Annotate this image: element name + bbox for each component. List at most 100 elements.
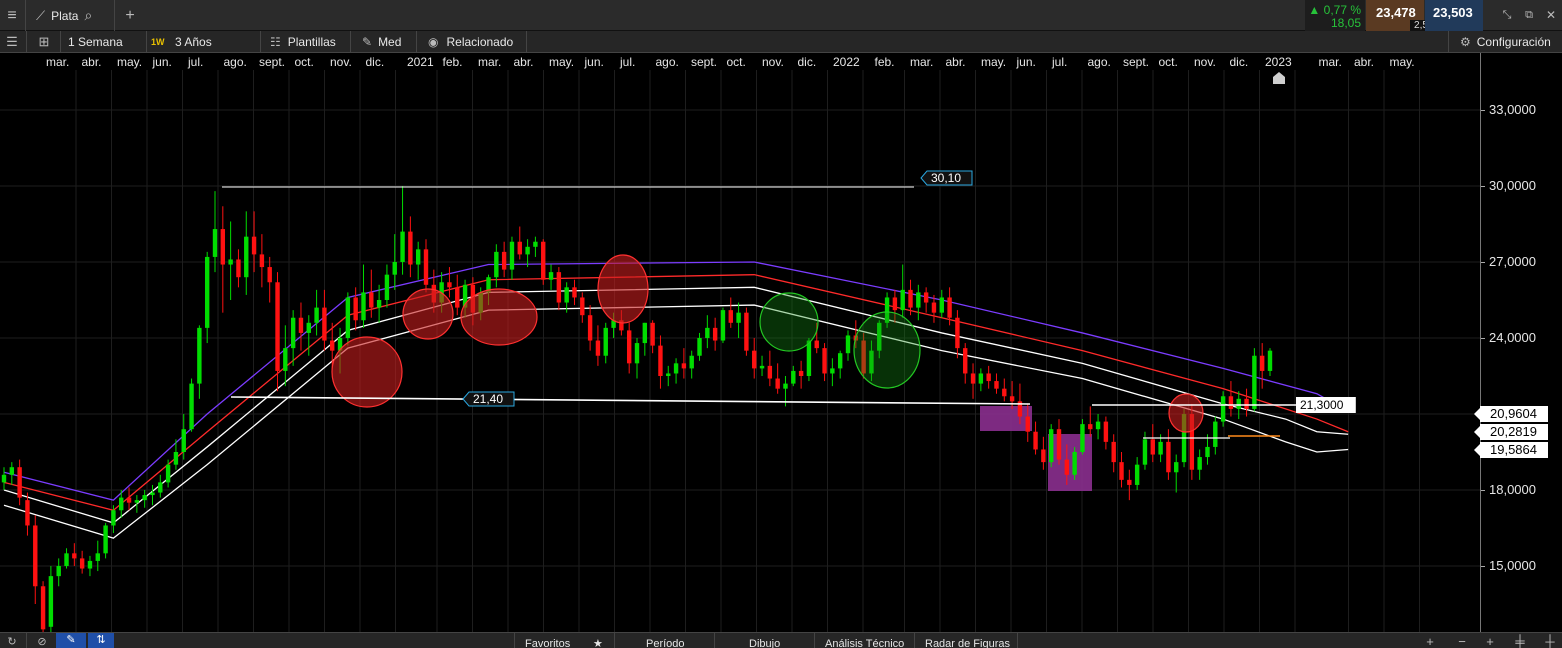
bid-price: 23,478 xyxy=(1376,5,1416,20)
candle-body xyxy=(1095,421,1101,430)
x-tick-label: nov. xyxy=(762,55,784,69)
menu-icon[interactable]: ≡ xyxy=(0,0,24,31)
candle-body xyxy=(572,287,577,298)
candle-body xyxy=(752,350,757,369)
add-tab-icon[interactable]: + xyxy=(118,0,142,31)
candle-body xyxy=(673,363,679,374)
layout-grid-icon[interactable]: ⊞ xyxy=(34,33,54,51)
x-tick-label: oct. xyxy=(294,55,314,69)
templates-button[interactable]: ☷ Plantillas xyxy=(270,31,336,53)
refresh-icon[interactable]: ↻ xyxy=(2,633,22,648)
crosshair-icon[interactable]: ╪ xyxy=(1510,633,1530,648)
close-icon[interactable]: ✕ xyxy=(1542,6,1560,24)
x-tick-label: ago. xyxy=(223,55,247,69)
candle-body xyxy=(95,553,100,561)
candle-body xyxy=(48,576,54,627)
related-button[interactable]: ◉ Relacionado xyxy=(428,31,513,53)
adjust-button[interactable]: ⇅ xyxy=(88,633,114,648)
candle-body xyxy=(423,249,429,285)
divider xyxy=(26,31,27,53)
interval-selector[interactable]: 1 Semana xyxy=(68,31,123,53)
tab-drawing[interactable]: Dibujo xyxy=(714,633,814,648)
candle-body xyxy=(1252,355,1257,409)
moving-average-line xyxy=(3,304,1349,539)
candle-body xyxy=(1088,424,1093,430)
candle-body xyxy=(220,229,226,265)
draw-tool-button[interactable]: ✎ xyxy=(56,633,86,648)
crosshair-plus-icon[interactable]: ┼ xyxy=(1540,633,1560,648)
tab-technical-analysis[interactable]: Análisis Técnico xyxy=(814,633,914,648)
y-axis[interactable]: 33,0000 30,0000 27,0000 24,0000 18,0000 15,00… xyxy=(1480,53,1562,632)
candle-body xyxy=(204,256,210,328)
candle-body xyxy=(1158,441,1163,455)
x-tick-label: nov. xyxy=(330,55,352,69)
line-price-tag[interactable]: 30,10 xyxy=(920,170,973,186)
candle-body xyxy=(650,322,655,346)
price-pointer-icon xyxy=(1474,408,1480,420)
tab-drawing-label: Dibujo xyxy=(749,638,781,648)
candle-body xyxy=(1048,429,1054,463)
candle-body xyxy=(353,297,358,321)
settings-button[interactable]: ⚙ Configuración xyxy=(1460,31,1551,53)
line-price-tag[interactable]: 21,40 xyxy=(462,391,515,407)
indicator-button[interactable]: ✎ Med xyxy=(362,31,401,53)
candle-body xyxy=(822,348,827,374)
candle-body xyxy=(728,310,733,323)
chart-toolbar: ☰ ⊞ 1 Semana 1W 3 Años ☷ Plantillas ✎ Me… xyxy=(0,31,1562,53)
candle-body xyxy=(1111,441,1116,463)
candle-body xyxy=(290,317,296,349)
x-tick-label: mar. xyxy=(1318,55,1342,69)
candle-body xyxy=(970,373,976,384)
candle-body xyxy=(1174,462,1179,473)
candle-body xyxy=(165,464,171,483)
gear-icon: ⚙ xyxy=(1460,35,1471,49)
candle-body xyxy=(923,292,929,303)
instrument-tab[interactable]: ⟋ Plata ⌕ xyxy=(36,0,92,31)
candle-body xyxy=(1103,421,1109,442)
candle-body xyxy=(1150,439,1155,455)
candle-body xyxy=(361,292,366,321)
y-tick-mark xyxy=(1481,110,1485,111)
candle-body xyxy=(259,254,265,268)
disable-icon[interactable]: ⊘ xyxy=(32,633,52,648)
range-selector[interactable]: 3 Años xyxy=(175,31,212,53)
candle-body xyxy=(689,355,694,369)
search-icon[interactable]: ⌕ xyxy=(84,7,92,24)
x-tick-label: abr. xyxy=(513,55,534,69)
candle-body xyxy=(767,365,773,379)
divider xyxy=(350,31,351,53)
change-absolute: 18,05 xyxy=(1330,16,1361,30)
ask-button[interactable]: 23,503 xyxy=(1425,0,1483,31)
candle-body xyxy=(931,302,937,313)
x-tick-label: sept. xyxy=(259,55,286,69)
candle-body xyxy=(111,510,116,526)
x-tick-label: ago. xyxy=(1087,55,1111,69)
zoom-out-icon[interactable]: − xyxy=(1452,633,1472,648)
list-icon[interactable]: ☰ xyxy=(2,33,22,51)
sliders-icon: ☷ xyxy=(270,35,281,49)
tab-period[interactable]: Período xyxy=(614,633,714,648)
candle-body xyxy=(150,492,155,496)
candle-body xyxy=(103,525,108,554)
x-tick-label: mar. xyxy=(910,55,934,69)
candle-body xyxy=(40,586,46,630)
y-tick-label: 15,0000 xyxy=(1489,558,1536,573)
x-tick-label: mar. xyxy=(478,55,502,69)
candle-body xyxy=(845,335,851,354)
tab-favorites[interactable]: Favoritos ★ xyxy=(514,633,614,648)
chart-canvas[interactable]: 30,10 21,40 21,3000 xyxy=(0,70,1480,632)
candle-body xyxy=(306,322,311,333)
interval-badge: 1W xyxy=(151,37,165,47)
candle-body xyxy=(556,272,562,303)
tab-pattern-radar[interactable]: Radar de Figuras xyxy=(914,633,1018,648)
x-tick-label: may. xyxy=(117,55,143,69)
zoom-in-icon[interactable]: + xyxy=(1420,633,1440,648)
add-icon[interactable]: + xyxy=(1480,633,1500,648)
collapse-icon[interactable]: ⤡ xyxy=(1498,6,1516,24)
bottom-toolbar: ↻ ⊘ ✎ ⇅ Favoritos ★ Período Dibujo Análi… xyxy=(0,632,1562,648)
price-pointer-icon xyxy=(1474,444,1480,456)
line-price-tag[interactable]: 21,3000 xyxy=(1296,397,1356,413)
price-chart[interactable]: 30,10 21,40 21,3000 xyxy=(0,70,1480,632)
popout-icon[interactable]: ⧉ xyxy=(1520,6,1538,24)
candle-body xyxy=(798,370,804,376)
